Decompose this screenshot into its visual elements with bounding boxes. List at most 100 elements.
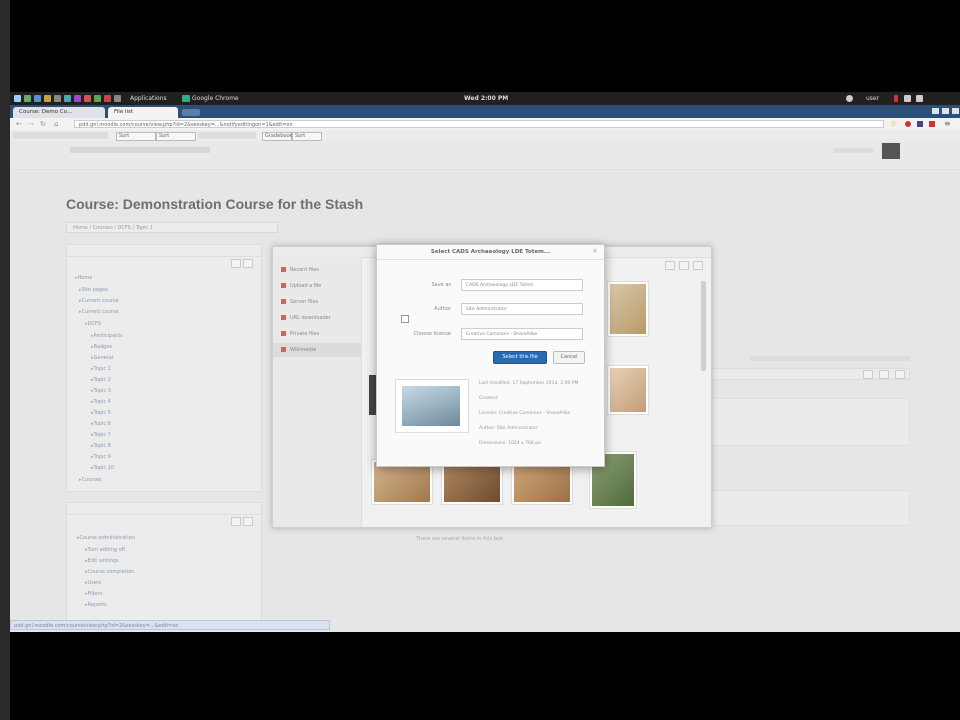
- applications-menu[interactable]: Applications: [130, 95, 167, 102]
- file-thumbnail[interactable]: [607, 365, 649, 415]
- nav-item[interactable]: Topic 4: [91, 399, 111, 405]
- nav-item[interactable]: DCFS: [85, 321, 101, 327]
- close-icon[interactable]: ×: [592, 248, 599, 255]
- tab-file-list[interactable]: File list: [108, 107, 178, 118]
- bookmark-select[interactable]: Sort: [116, 132, 156, 141]
- app-icon[interactable]: [74, 95, 81, 102]
- admin-item[interactable]: Turn editing off: [85, 547, 126, 553]
- delete-icon[interactable]: [895, 370, 905, 379]
- admin-item[interactable]: Course completion: [85, 569, 135, 575]
- view-tree-button[interactable]: [693, 261, 703, 270]
- extension-icon[interactable]: [917, 121, 923, 127]
- avatar[interactable]: [882, 143, 900, 159]
- nav-item[interactable]: Topic 1: [91, 366, 111, 372]
- breadcrumb[interactable]: Home / Courses / DCFS / Topic 1: [66, 222, 278, 233]
- admin-item[interactable]: Users: [85, 580, 102, 586]
- nav-item[interactable]: Participants: [91, 333, 123, 339]
- app-icon[interactable]: [114, 95, 121, 102]
- os-top-bar: Applications Google Chrome Wed 2:00 PM u…: [10, 92, 960, 105]
- admin-item[interactable]: Course administration: [77, 535, 135, 541]
- nav-item[interactable]: Topic 8: [91, 443, 111, 449]
- site-navbar-links[interactable]: [70, 147, 210, 153]
- cancel-button[interactable]: Cancel: [553, 351, 585, 364]
- menu-icon[interactable]: ≡: [944, 120, 952, 128]
- app-icon[interactable]: [84, 95, 91, 102]
- app-icon[interactable]: [94, 95, 101, 102]
- network-icon[interactable]: [846, 95, 853, 102]
- select-file-button[interactable]: Select this file: [493, 351, 547, 364]
- nav-item[interactable]: Home: [75, 275, 93, 281]
- bookmark-select[interactable]: Sort: [292, 132, 322, 141]
- repository-item-wikimedia[interactable]: Wikimedia: [281, 347, 316, 353]
- launcher-icon[interactable]: [14, 95, 21, 102]
- forward-icon[interactable]: →: [28, 121, 35, 128]
- block-config-icon[interactable]: [243, 259, 253, 268]
- user-name[interactable]: [834, 148, 874, 153]
- move-icon[interactable]: [879, 370, 889, 379]
- browser-icon[interactable]: [34, 95, 41, 102]
- repository-item[interactable]: Upload a file: [281, 283, 321, 289]
- admin-item[interactable]: Edit settings: [85, 558, 119, 564]
- nav-item[interactable]: Topic 7: [91, 432, 111, 438]
- minimize-button[interactable]: [932, 108, 939, 114]
- block-config-icon[interactable]: [243, 517, 253, 526]
- new-tab-button[interactable]: [182, 109, 200, 116]
- nav-item[interactable]: Current course: [79, 298, 119, 304]
- save-as-input[interactable]: CADS Archaeology LDE Totem: [461, 279, 583, 291]
- file-preview: [395, 379, 469, 433]
- overwrite-checkbox[interactable]: [401, 315, 409, 323]
- nav-item[interactable]: Topic 10: [91, 465, 115, 471]
- nav-item[interactable]: Topic 6: [91, 421, 111, 427]
- notification-icon[interactable]: [894, 95, 898, 102]
- view-list-button[interactable]: [679, 261, 689, 270]
- file-thumbnail[interactable]: [607, 281, 649, 337]
- nav-item[interactable]: Topic 5: [91, 410, 111, 416]
- extension-icon[interactable]: [905, 121, 911, 127]
- extension-icon[interactable]: [929, 121, 935, 127]
- close-window-button[interactable]: [952, 108, 959, 114]
- repository-item[interactable]: Server files: [281, 299, 318, 305]
- block-header: [67, 503, 261, 515]
- admin-item[interactable]: Filters: [85, 591, 103, 597]
- clock[interactable]: Wed 2:00 PM: [464, 95, 508, 102]
- repository-item[interactable]: URL downloader: [281, 315, 331, 321]
- terminal-icon[interactable]: [24, 95, 31, 102]
- star-icon[interactable]: ☆: [890, 120, 897, 128]
- edit-icon[interactable]: [863, 370, 873, 379]
- block-move-icon[interactable]: [231, 259, 241, 268]
- repository-item[interactable]: Private files: [281, 331, 319, 337]
- tab-course[interactable]: Course: Demo Co...: [13, 107, 105, 118]
- nav-item[interactable]: Current course: [79, 309, 119, 315]
- back-icon[interactable]: ←: [16, 121, 23, 128]
- view-icons-button[interactable]: [665, 261, 675, 270]
- user-menu[interactable]: user: [866, 95, 879, 102]
- nav-item[interactable]: Badges: [91, 344, 113, 350]
- nav-item[interactable]: Topic 3: [91, 388, 111, 394]
- license-select[interactable]: Creative Commons - ShareAlike: [461, 328, 583, 340]
- maximize-button[interactable]: [942, 108, 949, 114]
- author-input[interactable]: Site Administrator: [461, 303, 583, 315]
- block-move-icon[interactable]: [231, 517, 241, 526]
- repository-item[interactable]: Recent files: [281, 267, 319, 273]
- nav-item[interactable]: Courses: [79, 477, 102, 483]
- nav-item[interactable]: General: [91, 355, 114, 361]
- nav-item[interactable]: Site pages: [79, 287, 108, 293]
- nav-item[interactable]: Topic 9: [91, 454, 111, 460]
- address-bar[interactable]: pdd.gnl.moodle.com/course/view.php?id=2&…: [74, 120, 884, 128]
- volume-icon[interactable]: [904, 95, 911, 102]
- bookmark-select[interactable]: Sort: [156, 132, 196, 141]
- home-icon[interactable]: ⌂: [54, 120, 62, 128]
- active-app-menu[interactable]: Google Chrome: [192, 95, 239, 102]
- files-icon[interactable]: [44, 95, 51, 102]
- bookmark-select[interactable]: Gradebook: [262, 132, 292, 141]
- reload-icon[interactable]: ↻: [40, 121, 47, 128]
- scrollbar[interactable]: [701, 281, 706, 371]
- admin-item[interactable]: Reports: [85, 602, 107, 608]
- settings-icon[interactable]: [54, 95, 61, 102]
- dialog-title: Select CADS Archaeology LDE Totem...: [377, 245, 604, 260]
- app-icon[interactable]: [64, 95, 71, 102]
- app-icon[interactable]: [104, 95, 111, 102]
- power-icon[interactable]: [916, 95, 923, 102]
- nav-item[interactable]: Topic 2: [91, 377, 111, 383]
- bookmark-prefix[interactable]: [13, 132, 108, 139]
